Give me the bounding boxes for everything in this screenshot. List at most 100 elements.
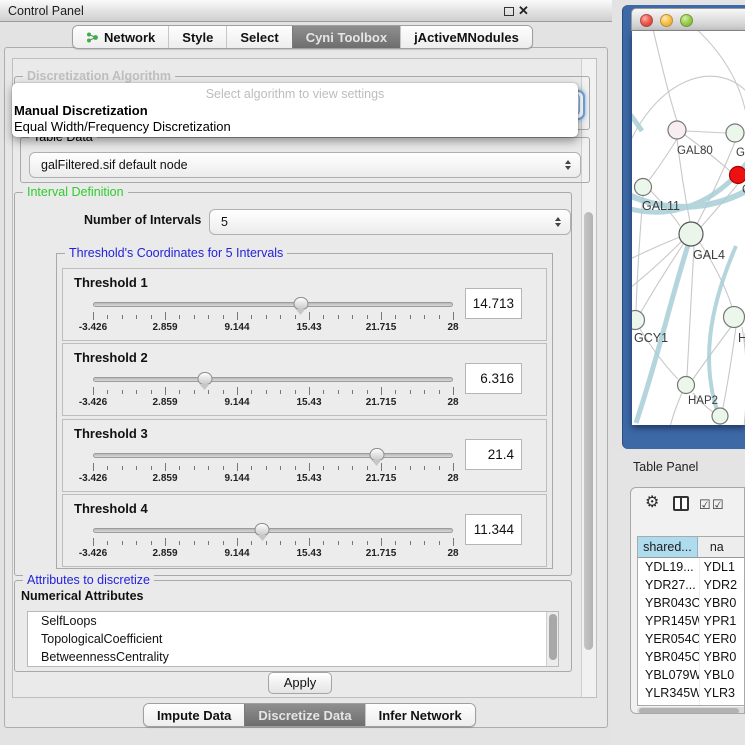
node-attribute-table[interactable]: shared... na YDL19... YDL1 YDR27... YDR2… xyxy=(637,536,745,706)
node-red[interactable] xyxy=(730,167,745,184)
threshold-1-slider[interactable] xyxy=(93,302,453,307)
threshold-4-ruler xyxy=(93,538,453,547)
thresholds-group: Threshold's Coordinates for 5 Intervals … xyxy=(56,253,553,569)
threshold-3-value-field[interactable]: 21.4 xyxy=(465,439,522,470)
threshold-2-value-field[interactable]: 6.316 xyxy=(465,363,522,394)
table-panel-title: Table Panel xyxy=(633,460,698,474)
svg-text:HAP2: HAP2 xyxy=(688,395,718,407)
interval-definition-group: Interval Definition Number of Intervals … xyxy=(14,192,572,576)
control-panel-titlebar: Control Panel ✕ xyxy=(0,0,612,22)
close-traffic-light-icon[interactable] xyxy=(640,14,653,27)
tab-impute-data-label: Impute Data xyxy=(157,708,231,723)
tab-impute-data[interactable]: Impute Data xyxy=(144,704,244,726)
node-gcy1[interactable] xyxy=(632,311,645,330)
list-scrollbar[interactable] xyxy=(546,612,558,666)
table-row[interactable]: YLR345W YLR3 xyxy=(638,684,745,702)
threshold-3-label: Threshold 3 xyxy=(74,426,148,441)
attributes-group: Attributes to discretize Numerical Attri… xyxy=(14,580,572,672)
discretization-algorithm-group-title: Discretization Algorithm xyxy=(23,69,175,83)
panel-scrollbar-thumb[interactable] xyxy=(584,212,593,650)
number-of-intervals-select[interactable]: 5 xyxy=(209,209,571,235)
svg-text:GA: GA xyxy=(736,147,745,159)
checkbox-icon[interactable]: ☑ xyxy=(712,497,724,513)
network-view-window[interactable]: GAL80 GA GAL11 GAL4 GCY1 C H HAP2 xyxy=(622,5,745,449)
tab-style-label: Style xyxy=(182,30,213,45)
algorithm-option-manual[interactable]: Manual Discretization xyxy=(14,103,148,118)
threshold-1-ruler xyxy=(93,312,453,321)
network-window-titlebar xyxy=(631,8,745,31)
threshold-4-label: Threshold 4 xyxy=(74,501,148,516)
tab-cyni-toolbox[interactable]: Cyni Toolbox xyxy=(292,26,400,48)
list-item[interactable]: TopologicalCoefficient xyxy=(28,630,558,648)
node[interactable] xyxy=(726,124,744,142)
list-item[interactable]: BetweennessCentrality xyxy=(28,648,558,666)
zoom-traffic-light-icon[interactable] xyxy=(680,14,693,27)
table-horizontal-scrollbar[interactable] xyxy=(637,707,745,714)
table-data-select-value: galFiltered.sif default node xyxy=(41,153,188,177)
node[interactable] xyxy=(668,121,686,139)
threshold-2-label: Threshold 2 xyxy=(74,350,148,365)
gear-icon[interactable]: ⚙ xyxy=(645,492,659,512)
node[interactable] xyxy=(724,307,745,328)
algorithm-popup-placeholder: Select algorithm to view settings xyxy=(12,87,578,101)
tab-network-label: Network xyxy=(104,30,155,45)
node-hap2[interactable] xyxy=(678,377,695,394)
bottom-tab-bar: Impute Data Discretize Data Infer Networ… xyxy=(143,703,476,727)
table-row[interactable]: YBR045C YBR0 xyxy=(638,648,745,666)
tab-select[interactable]: Select xyxy=(226,26,291,48)
threshold-3-scale-labels: -3.4262.8599.14415.4321.71528 xyxy=(93,473,453,485)
interval-definition-group-title: Interval Definition xyxy=(23,185,128,199)
svg-text:GAL80: GAL80 xyxy=(677,145,713,157)
algorithm-option-equal-width[interactable]: Equal Width/Frequency Discretization xyxy=(14,119,231,134)
threshold-4-value-field[interactable]: 11.344 xyxy=(465,514,522,545)
threshold-2-slider[interactable] xyxy=(93,377,453,382)
numerical-attributes-label: Numerical Attributes xyxy=(21,589,143,603)
table-row[interactable]: YER054C YER0 xyxy=(638,630,745,648)
tab-jactivemnodules-label: jActiveMNodules xyxy=(414,30,519,45)
list-item[interactable]: SelfLoops xyxy=(28,612,558,630)
minimize-traffic-light-icon[interactable] xyxy=(660,14,673,27)
tab-jactivemnodules[interactable]: jActiveMNodules xyxy=(400,26,532,48)
threshold-3-ruler xyxy=(93,463,453,472)
column-header-shared-name[interactable]: shared... xyxy=(638,537,698,557)
threshold-1-value-field[interactable]: 14.713 xyxy=(465,288,522,319)
tab-network[interactable]: Network xyxy=(73,26,168,48)
node-gal4[interactable] xyxy=(679,222,703,246)
number-of-intervals-label: Number of Intervals xyxy=(84,213,201,227)
threshold-3-slider[interactable] xyxy=(93,453,453,458)
tab-infer-network[interactable]: Infer Network xyxy=(365,704,475,726)
table-row[interactable]: YBL079W YBL0 xyxy=(638,666,745,684)
table-panel: Table Panel ⚙ ☑ ☑ shared... na YDL19... … xyxy=(612,450,745,745)
threshold-1-scale-labels: -3.4262.8599.14415.4321.71528 xyxy=(93,322,453,334)
node[interactable] xyxy=(712,408,728,424)
tab-style[interactable]: Style xyxy=(168,26,226,48)
close-icon[interactable]: ✕ xyxy=(518,3,529,19)
threshold-2-ruler xyxy=(93,387,453,396)
table-data-spinner-icon xyxy=(565,160,571,170)
threshold-2-scale-labels: -3.4262.8599.14415.4321.71528 xyxy=(93,397,453,409)
table-row[interactable]: YDL19... YDL1 xyxy=(638,558,745,576)
columns-icon[interactable] xyxy=(673,496,689,511)
svg-text:GAL11: GAL11 xyxy=(642,199,680,213)
control-panel-title: Control Panel xyxy=(8,4,84,18)
table-row[interactable]: YIL052C YIL0 xyxy=(638,702,745,706)
table-row[interactable]: YPR145W YPR1 xyxy=(638,612,745,630)
threshold-4-slider[interactable] xyxy=(93,528,453,533)
node[interactable] xyxy=(635,179,652,196)
tab-cyni-toolbox-label: Cyni Toolbox xyxy=(306,30,387,45)
table-row[interactable]: YDR27... YDR2 xyxy=(638,576,745,594)
column-header-name[interactable]: na xyxy=(698,537,745,557)
threshold-1-panel: Threshold 1 -3.4262.8599.14415.4321.7152… xyxy=(62,268,547,341)
tab-discretize-data[interactable]: Discretize Data xyxy=(244,704,364,726)
network-canvas[interactable]: GAL80 GA GAL11 GAL4 GCY1 C H HAP2 xyxy=(632,31,745,425)
table-row[interactable]: YBR043C YBR0 xyxy=(638,594,745,612)
threshold-4-panel: Threshold 4 -3.4262.8599.14415.4321.7152… xyxy=(62,494,547,567)
float-window-icon[interactable] xyxy=(504,7,514,16)
tab-discretize-data-label: Discretize Data xyxy=(258,708,351,723)
numerical-attributes-list[interactable]: SelfLoops TopologicalCoefficient Between… xyxy=(27,611,559,667)
table-data-select[interactable]: galFiltered.sif default node xyxy=(29,152,581,178)
svg-text:H: H xyxy=(738,331,745,345)
checkbox-icon[interactable]: ☑ xyxy=(699,497,711,513)
apply-button[interactable]: Apply xyxy=(268,672,332,694)
threshold-4-scale-labels: -3.4262.8599.14415.4321.71528 xyxy=(93,548,453,560)
